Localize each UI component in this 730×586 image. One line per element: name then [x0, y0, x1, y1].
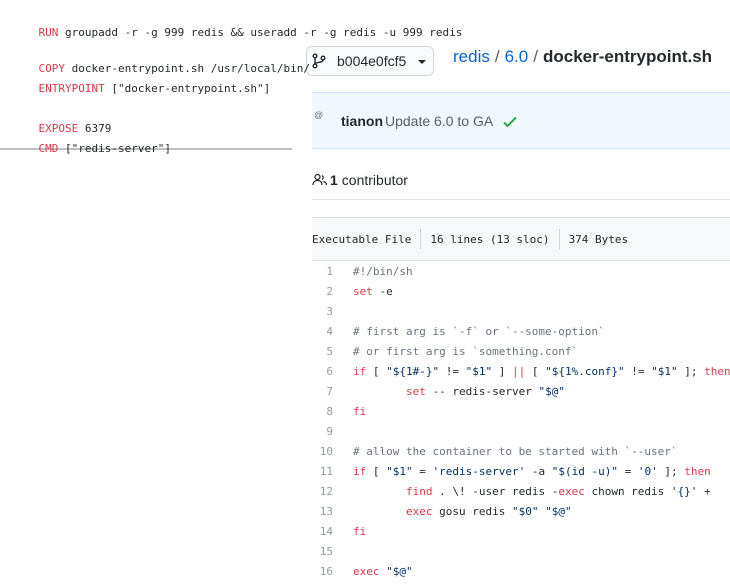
- breadcrumb-separator: /: [494, 47, 500, 66]
- people-icon: [312, 173, 328, 185]
- code-line: 5 # or first arg is `something.conf`: [312, 342, 730, 362]
- file-info-bar: Executable File 16 lines (13 sloc) 374 B…: [312, 217, 730, 261]
- line-number[interactable]: 6: [312, 362, 333, 382]
- code-line: 2 set -e: [312, 282, 730, 302]
- code-line: 14 fi: [312, 522, 730, 542]
- dockerfile-args: ["docker-entrypoint.sh"]: [104, 82, 271, 95]
- code-text: find . \! -user redis -exec chown redis …: [405, 485, 711, 498]
- dockerfile-instruction: ENTRYPOINT: [38, 82, 105, 95]
- latest-commit-box: @ tianon Update 6.0 to GA: [312, 92, 730, 149]
- code-text: # first arg is `-f` or `--some-option`: [353, 325, 605, 338]
- git-branch-icon: [312, 53, 326, 69]
- dockerfile-line: ENTRYPOINT ["docker-entrypoint.sh"]: [12, 69, 271, 108]
- code-text: #!/bin/sh: [353, 265, 413, 278]
- line-number[interactable]: 14: [312, 522, 333, 542]
- code-line: 1 #!/bin/sh: [312, 262, 730, 282]
- line-number[interactable]: 4: [312, 322, 333, 342]
- branch-name: b004e0fcf5: [337, 53, 407, 69]
- line-number[interactable]: 13: [312, 502, 333, 522]
- code-text: exec "$@": [353, 565, 413, 578]
- code-text: # allow the container to be started with…: [353, 445, 678, 458]
- avatar[interactable]: @: [314, 110, 330, 132]
- file-size: 374 Bytes: [568, 232, 629, 246]
- code-line: 8 fi: [312, 402, 730, 422]
- line-number[interactable]: 15: [312, 542, 333, 562]
- code-line: 12 find . \! -user redis -exec chown red…: [312, 482, 730, 502]
- dockerfile-instruction: CMD: [38, 142, 59, 155]
- code-text: set -e: [353, 285, 393, 298]
- code-line: 13 exec gosu redis "$0" "$@": [312, 502, 730, 522]
- line-number[interactable]: 12: [312, 482, 333, 502]
- dockerfile-run-line: RUN groupadd -r -g 999 redis && useradd …: [0, 0, 730, 39]
- commit-author-link[interactable]: tianon: [341, 113, 383, 129]
- file-line-count: 16 lines (13 sloc): [430, 232, 550, 246]
- code-table: 1 #!/bin/sh 2 set -e 3 4 # first arg is `-f` o…: [312, 262, 730, 582]
- chevron-down-icon: [418, 60, 427, 64]
- code-text: if [ "${1#-}" != "$1" ] || [ "${1%.conf}…: [353, 365, 730, 378]
- line-number[interactable]: 9: [312, 422, 333, 442]
- dockerfile-line: CMD ["redis-server"]: [12, 129, 171, 168]
- breadcrumb: redis/6.0/docker-entrypoint.sh: [453, 47, 712, 67]
- code-line: 11 if [ "$1" = 'redis-server' -a "$(id -u…: [312, 462, 730, 482]
- line-number[interactable]: 5: [312, 342, 333, 362]
- line-number[interactable]: 16: [312, 562, 333, 582]
- code-text: fi: [353, 405, 367, 418]
- code-line: 16 exec "$@": [312, 562, 730, 582]
- code-line: 3: [312, 302, 730, 322]
- contributors-row: 1 contributor: [312, 160, 730, 200]
- contributor-label[interactable]: contributor: [342, 172, 408, 188]
- line-number[interactable]: 3: [312, 302, 333, 322]
- dockerfile-args: ["redis-server"]: [58, 142, 171, 155]
- line-number[interactable]: 11: [312, 462, 333, 482]
- code-line: 6 if [ "${1#-}" != "$1" ] || [ "${1%.conf…: [312, 362, 730, 382]
- file-mode: Executable File: [312, 232, 412, 246]
- code-line: 4 # first arg is `-f` or `--some-option`: [312, 322, 730, 342]
- code-line: 15: [312, 542, 730, 562]
- code-text: set -- redis-server "$@": [405, 385, 565, 398]
- line-number[interactable]: 1: [312, 262, 333, 282]
- code-text: # or first arg is `something.conf`: [353, 345, 579, 358]
- line-number[interactable]: 8: [312, 402, 333, 422]
- line-number[interactable]: 10: [312, 442, 333, 462]
- code-line: 7 set -- redis-server "$@": [312, 382, 730, 402]
- check-icon[interactable]: [502, 114, 518, 130]
- code-text: fi: [353, 525, 367, 538]
- contributor-count[interactable]: 1: [330, 172, 338, 188]
- code-text: exec gosu redis "$0" "$@": [405, 505, 572, 518]
- breadcrumb-file-name: docker-entrypoint.sh: [542, 47, 713, 66]
- code-text: if [ "$1" = 'redis-server' -a "$(id -u)"…: [353, 465, 711, 478]
- code-line: 9: [312, 422, 730, 442]
- line-number[interactable]: 7: [312, 382, 333, 402]
- breadcrumb-separator: /: [533, 47, 538, 66]
- breadcrumb-folder-link[interactable]: 6.0: [505, 47, 529, 66]
- dockerfile-panel: COPY docker-entrypoint.sh /usr/local/bin…: [0, 38, 310, 155]
- line-number[interactable]: 2: [312, 282, 333, 302]
- commit-message-link[interactable]: Update 6.0 to GA: [385, 113, 493, 129]
- code-line: 10 # allow the container to be started wi…: [312, 442, 730, 462]
